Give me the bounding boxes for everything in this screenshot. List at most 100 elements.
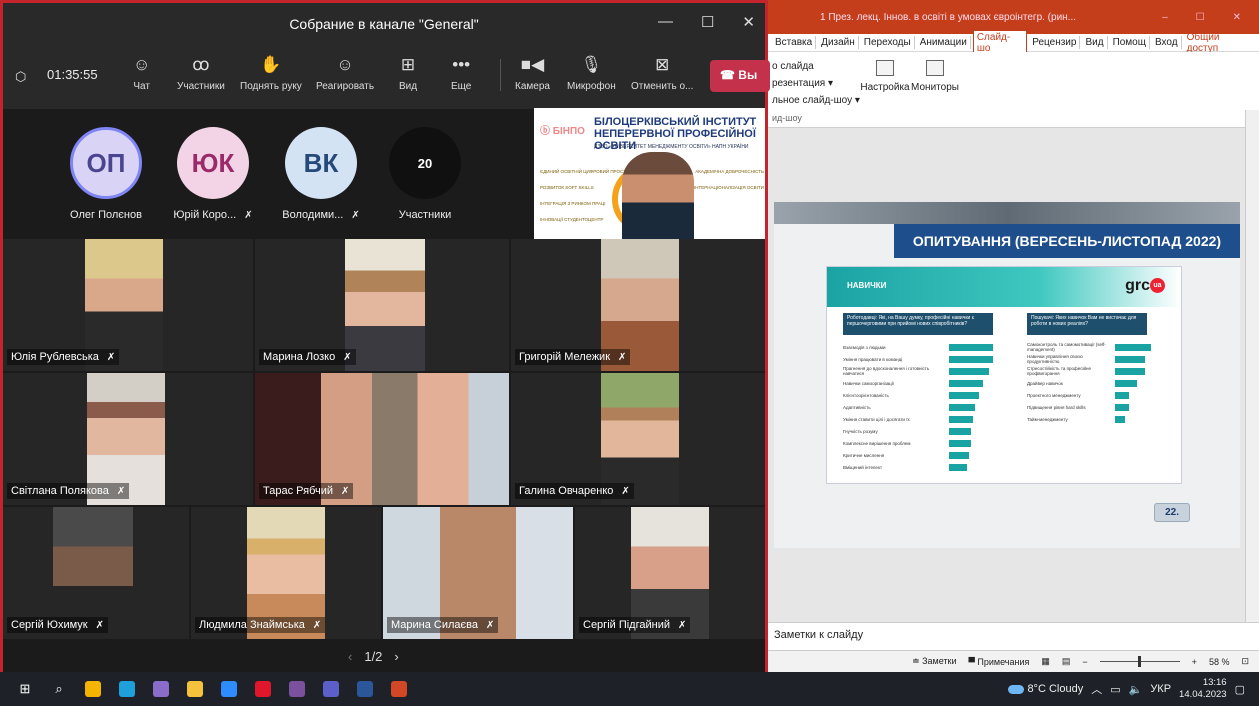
zoom-in-icon[interactable]: + [1192,657,1197,667]
language-indicator[interactable]: УКР [1150,683,1171,695]
survey-bar [949,463,967,471]
presenter-video[interactable]: ⓑ БІНПО БІЛОЦЕРКІВСЬКИЙ ІНСТИТУТ НЕПЕРЕРВ… [534,108,765,239]
shield-icon[interactable]: ⬡ [15,69,26,85]
video-tile[interactable]: Світлана Полякова ✗ [3,373,253,505]
avatar-participant[interactable]: ВК Володими... ✗ [271,127,371,221]
avatar-initials: ОП [86,147,126,178]
video-tile[interactable]: Сергій Підгайний ✗ [575,507,765,639]
survey-row: Навички управління своєю продуктивністю [1027,353,1151,365]
maximize-icon[interactable]: ☐ [1196,12,1205,23]
slide-notes[interactable]: Заметки к слайду [760,622,1259,650]
zoom-slider[interactable] [1099,656,1180,667]
monitors-button[interactable]: Мониторы [910,60,960,93]
survey-label: Взаємодія з людьми [843,344,886,350]
tab-view[interactable]: Вид [1082,36,1108,49]
clock[interactable]: 13:16 14.04.2023 [1179,677,1227,701]
share-button[interactable]: Общий доступ [1184,31,1259,55]
video-tile[interactable]: Тарас Рябчий ✗ [255,373,509,505]
next-page-button[interactable]: › [394,649,398,664]
survey-label: Підвищення рівня hard skills [1027,404,1086,410]
view-label: Вид [399,81,418,92]
maximize-icon[interactable]: ☐ [701,13,714,31]
survey-label: Уміння ставити цілі і досягати їх [843,416,910,422]
taskbar-teams-icon[interactable] [316,674,346,704]
notes-toggle[interactable]: ≐ Заметки [912,656,956,667]
setup-button[interactable]: Настройка [860,60,910,93]
current-slide[interactable]: ОПИТУВАННЯ (ВЕРЕСЕНЬ-ЛИСТОПАД 2022) НАВИ… [774,202,1240,548]
vertical-scrollbar[interactable] [1245,110,1259,630]
fit-slide-icon[interactable]: ⊡ [1241,656,1249,667]
taskbar-chrome-icon[interactable] [78,674,108,704]
tab-transitions[interactable]: Переходы [861,36,915,49]
participants-button[interactable]: ꝏ Участники [177,55,225,92]
taskbar-edge-icon[interactable] [112,674,142,704]
avatar-participant[interactable]: ОП Олег Полєнов [60,127,152,221]
tab-insert[interactable]: Вставка [772,36,817,49]
close-icon[interactable]: ✕ [742,13,755,31]
mic-off-icon: ✗ [341,486,350,497]
tab-design[interactable]: Дизайн [818,36,859,49]
notifications-icon[interactable]: ▢ [1235,683,1245,696]
react-button[interactable]: ☺ Реагировать [316,55,374,92]
more-button[interactable]: ••• Еще [451,55,471,92]
chevron-up-icon[interactable]: ︿ [1091,681,1102,697]
video-tile[interactable]: Сергій Юхимук ✗ [3,507,189,639]
weather-widget[interactable]: 8°C Cloudy [1008,683,1083,695]
ribbon-custom-show[interactable]: льное слайд-шоу ▾ [772,92,860,109]
stop-sharing-button[interactable]: ⊠ Отменить о... [631,55,693,92]
leave-button[interactable]: ☎ Вы [710,60,770,92]
taskbar-photos-icon[interactable] [146,674,176,704]
setup-label: Настройка [860,82,910,93]
minimize-icon[interactable]: – [1162,12,1168,23]
taskbar-opera-icon[interactable] [248,674,278,704]
network-icon[interactable]: ▭ [1110,683,1120,696]
taskbar-search-icon[interactable]: ⌕ [44,674,74,704]
avatar-participant[interactable]: ЮК Юрій Коро... ✗ [167,127,259,221]
taskbar-word-icon[interactable] [350,674,380,704]
ribbon-from-slide[interactable]: о слайда [772,58,860,75]
video-tile[interactable]: Людмила Знаймська ✗ [191,507,381,639]
camera-button[interactable]: ■◀ Камера [515,55,550,92]
video-tile[interactable]: Марина Силаєва ✗ [383,507,573,639]
prev-page-button[interactable]: ‹ [348,649,352,664]
video-tile[interactable]: Марина Лозко ✗ [255,239,509,371]
taskbar-explorer-icon[interactable] [180,674,210,704]
tab-animations[interactable]: Анимации [917,36,971,49]
taskbar-start-icon[interactable]: ⊞ [10,674,40,704]
video-tile[interactable]: Григорій Мележик ✗ [511,239,765,371]
avatar: ЮК [177,127,249,199]
view-button[interactable]: ⊞ Вид [399,55,417,92]
tile-name: Григорій Мележик ✗ [515,349,631,365]
ribbon-presentation[interactable]: резентация ▾ [772,75,860,92]
taskbar-zoom-icon[interactable] [214,674,244,704]
minimize-icon[interactable]: — [658,13,673,31]
tab-signin[interactable]: Вход [1152,36,1182,49]
tile-name: Сергій Підгайний ✗ [579,617,691,633]
participant-video [345,239,425,371]
survey-row: Адаптивність [843,401,993,413]
survey-row: Стресостійкість та професійне профвигора… [1027,365,1151,377]
survey-label: Адаптивність [843,404,871,410]
tab-review[interactable]: Рецензир [1029,36,1081,49]
close-icon[interactable]: ✕ [1233,12,1241,23]
meeting-stage: ОП Олег Полєнов ЮК Юрій Коро... ✗ ВК Воло… [3,108,765,675]
video-tile[interactable]: Галина Овчаренко ✗ [511,373,765,505]
volume-icon[interactable]: 🔈 [1129,683,1143,696]
taskbar-powerpoint-icon[interactable] [384,674,414,704]
survey-row: Самоконтроль та самомотивації (self-mana… [1027,341,1151,353]
video-tile[interactable]: Юлія Рублевська ✗ [3,239,253,371]
raise-hand-button[interactable]: ✋ Поднять руку [240,55,302,92]
chat-button[interactable]: ☺ Чат [133,55,150,92]
leave-label: Вы [738,68,758,82]
taskbar-viber-icon[interactable] [282,674,312,704]
survey-row: Прагнення до вдосконалення і готовність … [843,365,993,377]
view-sorter-icon[interactable]: ▤ [1062,656,1071,667]
survey-label: Критичне мислення [843,452,885,458]
more-participants[interactable]: 20 Участники [383,127,467,221]
view-normal-icon[interactable]: ▦ [1041,656,1050,667]
zoom-level[interactable]: 58 % [1209,657,1230,667]
comments-toggle[interactable]: ▀ Примечания [969,657,1030,667]
mic-button[interactable]: 🎙 Микрофон [567,55,616,92]
zoom-out-icon[interactable]: − [1082,657,1087,667]
tab-help[interactable]: Помощ [1110,36,1150,49]
